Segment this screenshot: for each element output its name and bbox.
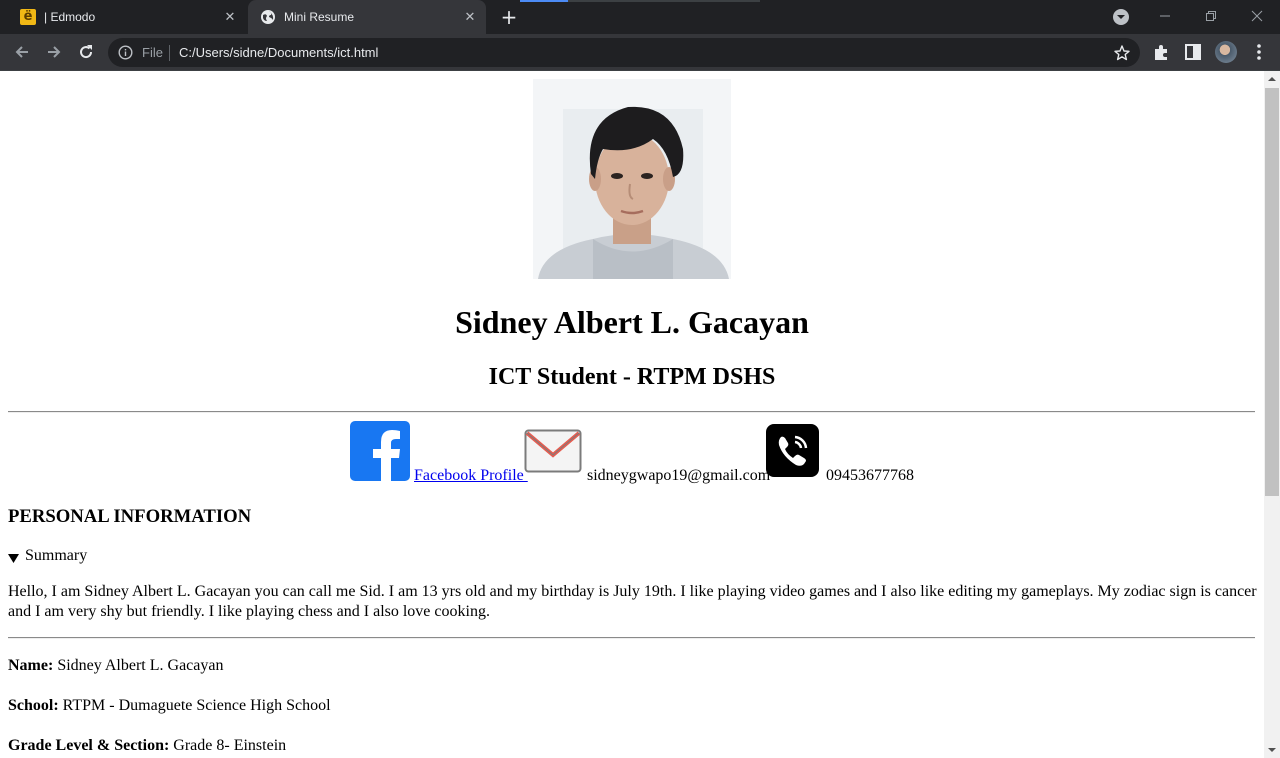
facebook-profile-link[interactable]: Facebook Profile (414, 467, 528, 485)
close-icon[interactable]: ✕ (462, 9, 478, 25)
info-field-school: School: RTPM - Dumaguete Science High Sc… (8, 697, 331, 715)
reload-icon[interactable] (74, 40, 98, 64)
field-value: RTPM - Dumaguete Science High School (62, 697, 331, 714)
extensions-puzzle-icon[interactable] (1152, 42, 1172, 62)
phone-icon (766, 424, 819, 477)
page-subtitle: ICT Student - RTPM DSHS (488, 364, 776, 390)
disclosure-triangle-icon (8, 551, 19, 563)
info-field-name: Name: Sidney Albert L. Gacayan (8, 657, 223, 675)
close-icon[interactable]: ✕ (222, 9, 238, 25)
divider (8, 411, 1255, 413)
tab-title: | Edmodo (44, 10, 96, 24)
scheme-label: File (142, 45, 163, 60)
new-tab-button[interactable]: + (497, 5, 521, 29)
page-viewport: Sidney Albert L. Gacayan ICT Student - R… (0, 71, 1264, 758)
scroll-down-arrow-icon[interactable] (1264, 742, 1280, 758)
address-bar[interactable]: File C:/Users/sidne/Documents/ict.html (108, 38, 1140, 67)
page-title: Sidney Albert L. Gacayan (455, 304, 809, 340)
email-address: sidneygwapo19@gmail.com (587, 467, 771, 484)
summary-toggle[interactable]: Summary (8, 547, 87, 565)
profile-avatar[interactable] (1215, 41, 1237, 63)
section-title: PERSONAL INFORMATION (8, 506, 252, 527)
divider (8, 637, 1255, 639)
edmodo-icon: ë (20, 9, 36, 25)
divider (169, 45, 170, 61)
phone-number: 09453677768 (826, 467, 914, 484)
restore-button[interactable] (1191, 4, 1231, 28)
info-field-grade-section: Grade Level & Section: Grade 8- Einstein (8, 737, 286, 755)
profile-photo (533, 79, 731, 279)
scrollbar-thumb[interactable] (1265, 88, 1279, 496)
bookmark-star-icon[interactable] (1113, 44, 1131, 62)
back-arrow-icon[interactable] (10, 40, 34, 64)
minimize-button[interactable] (1145, 4, 1185, 28)
scroll-up-arrow-icon[interactable] (1264, 71, 1280, 87)
field-label: Grade Level & Section: (8, 737, 170, 754)
field-value: Grade 8- Einstein (173, 737, 287, 754)
tab-edmodo[interactable]: ë | Edmodo ✕ (8, 0, 246, 34)
tab-search-icon[interactable] (1112, 8, 1130, 26)
side-panel-icon[interactable] (1184, 43, 1202, 61)
window-close-button[interactable] (1237, 4, 1277, 28)
summary-label: Summary (25, 547, 88, 564)
tab-group-indicator (520, 0, 568, 2)
facebook-icon[interactable] (350, 421, 410, 481)
email-icon (524, 429, 582, 473)
kebab-menu-icon[interactable] (1250, 42, 1268, 62)
forward-arrow-icon[interactable] (42, 40, 66, 64)
globe-icon (260, 9, 276, 25)
field-value: Sidney Albert L. Gacayan (57, 657, 224, 674)
field-label: Name: (8, 657, 54, 674)
tab-group-indicator (568, 0, 760, 2)
tab-strip: ë | Edmodo ✕ Mini Resume ✕ + (0, 0, 1280, 34)
url-text[interactable]: C:/Users/sidne/Documents/ict.html (179, 45, 378, 60)
field-label: School: (8, 697, 59, 714)
summary-text: Hello, I am Sidney Albert L. Gacayan you… (8, 583, 1257, 620)
info-icon[interactable] (118, 45, 133, 60)
browser-toolbar: File C:/Users/sidne/Documents/ict.html (0, 34, 1280, 71)
vertical-scrollbar[interactable] (1264, 71, 1280, 758)
tab-title: Mini Resume (284, 10, 355, 24)
tab-mini-resume[interactable]: Mini Resume ✕ (248, 0, 486, 34)
